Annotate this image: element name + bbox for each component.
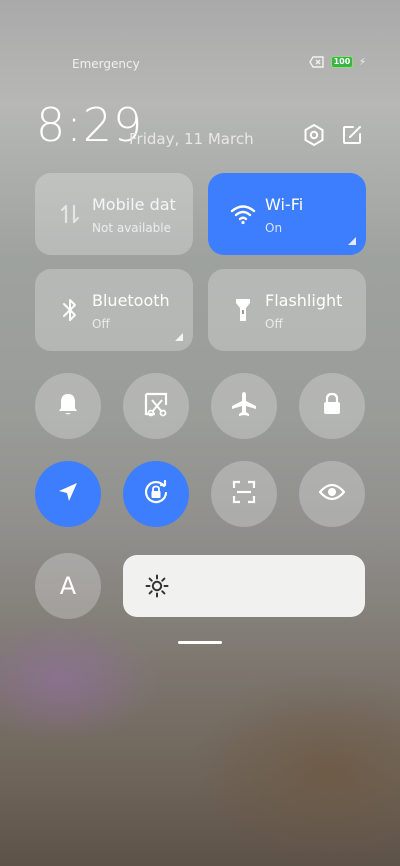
sun-icon [145,574,169,602]
font-size-button[interactable]: A [35,553,101,619]
tile-subtitle: Off [265,317,283,331]
mobile-data-icon [57,199,83,229]
lock-icon [321,392,343,420]
toggle-location[interactable] [35,461,101,527]
status-icons: 100 ⚡ [309,56,366,68]
tile-subtitle: Not available [92,221,172,235]
location-icon [56,480,80,508]
font-button-label: A [59,572,77,600]
wifi-icon [230,199,256,229]
drag-handle[interactable] [178,641,222,644]
charging-icon: ⚡ [358,56,366,68]
tile-title: Bluetooth [92,291,170,310]
carrier-label: Emergency [72,57,140,71]
bluetooth-icon [57,295,83,325]
edit-button[interactable] [339,124,365,150]
screenshot-icon [143,391,169,421]
edit-icon [341,124,363,150]
toggle-sound[interactable] [35,373,101,439]
toggle-screenshot[interactable] [123,373,189,439]
flashlight-icon [230,295,256,325]
tile-mobile-data[interactable]: Mobile dat Not available [35,173,193,255]
rotation-lock-icon [142,478,170,510]
settings-button[interactable] [301,124,327,150]
tile-subtitle: On [265,221,283,235]
tile-title: Mobile dat [92,195,176,214]
scanner-icon [231,479,257,509]
tile-subtitle: Off [92,317,110,331]
expand-corner-icon[interactable] [348,237,356,245]
clock: 8:29 [36,98,144,152]
toggle-lock-screen[interactable] [299,373,365,439]
status-bar [0,0,400,40]
tile-title: Flashlight [265,291,343,310]
expand-corner-icon[interactable] [175,333,183,341]
bell-icon [56,391,80,421]
brightness-slider[interactable] [123,555,365,617]
toggle-reading-mode[interactable] [299,461,365,527]
tile-wifi[interactable]: Wi-Fi On [208,173,366,255]
tile-bluetooth[interactable]: Bluetooth Off [35,269,193,351]
toggle-airplane-mode[interactable] [211,373,277,439]
date-label: Friday, 11 March [129,130,254,148]
eye-icon [318,482,346,506]
tile-title: Wi-Fi [265,195,304,214]
toggle-rotation-lock[interactable] [123,461,189,527]
toggle-scanner[interactable] [211,461,277,527]
no-sim-icon [309,56,325,68]
battery-icon: 100 [330,56,353,68]
tile-flashlight[interactable]: Flashlight Off [208,269,366,351]
airplane-icon [231,391,257,421]
settings-icon [303,123,325,151]
